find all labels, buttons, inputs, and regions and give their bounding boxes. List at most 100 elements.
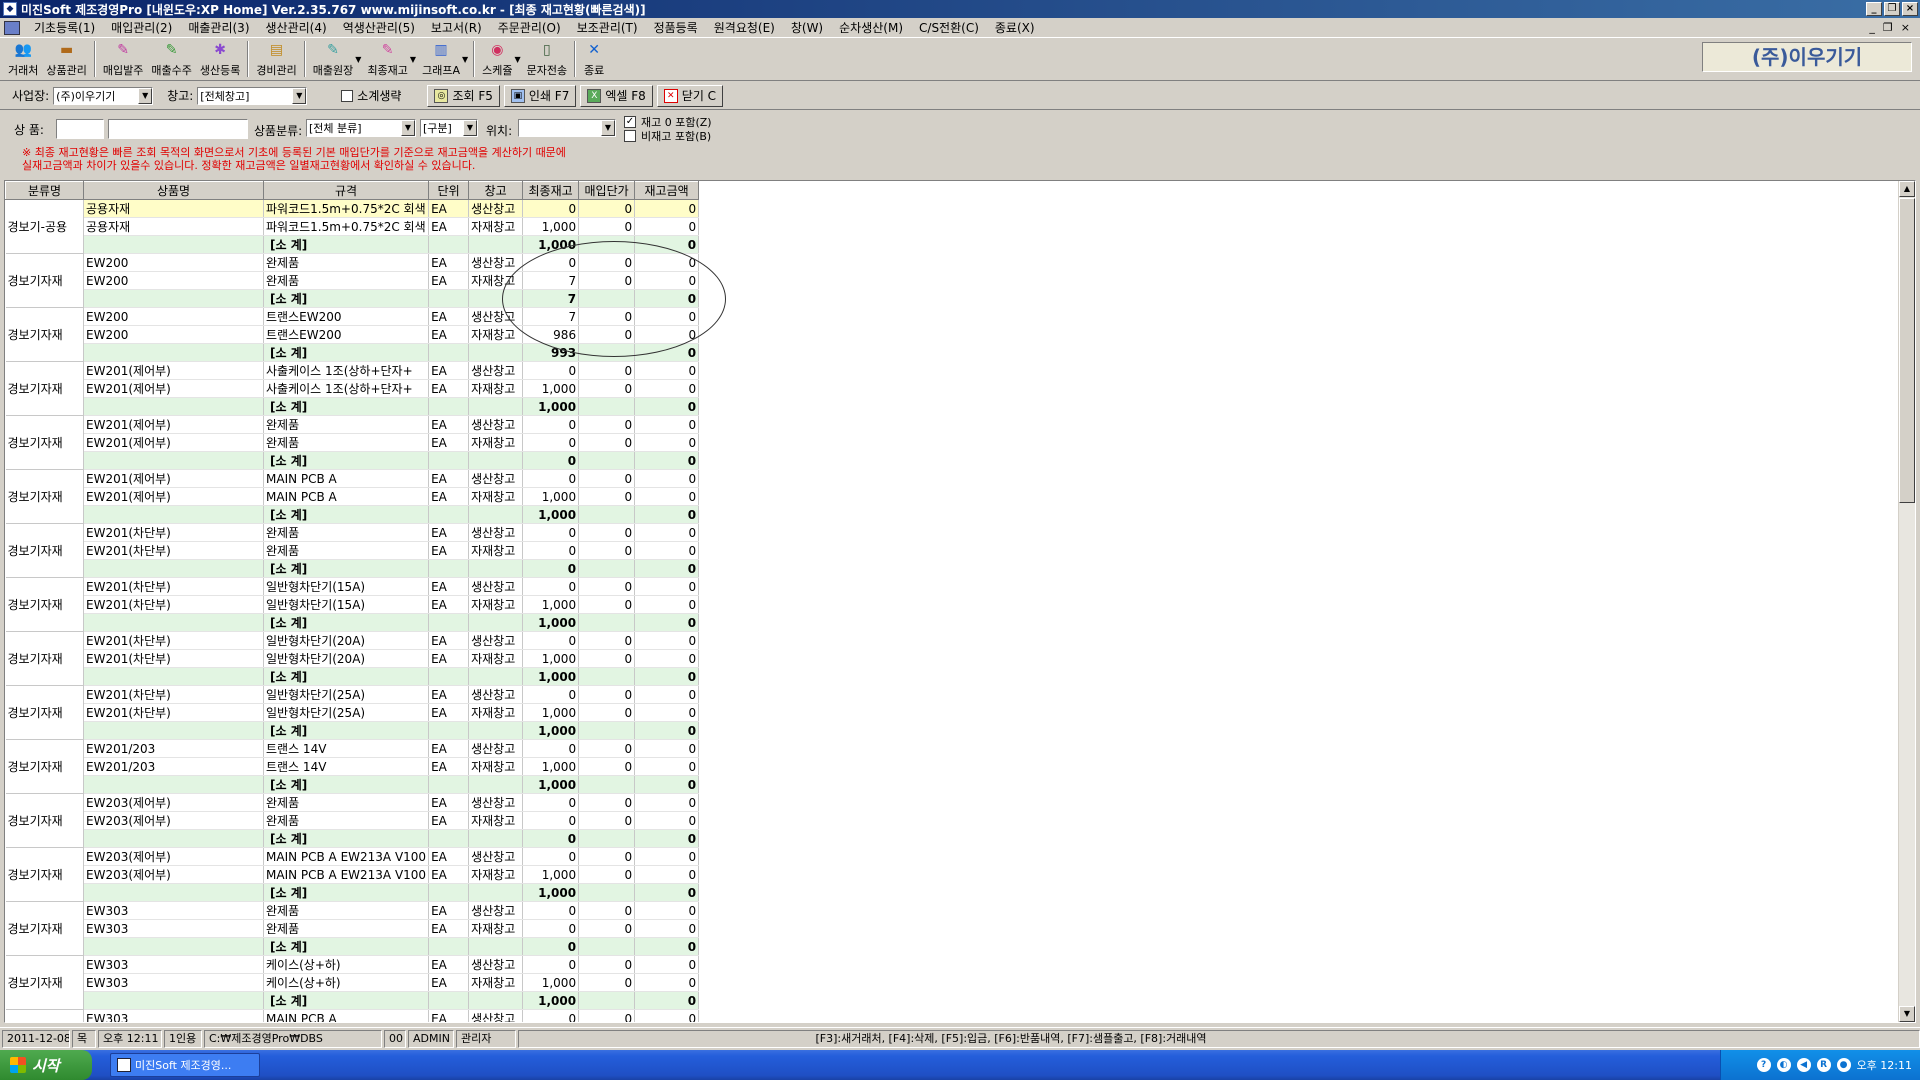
stock-qty-cell[interactable]: 1,000 <box>522 217 580 236</box>
product-code-cell[interactable]: 공용자재 <box>83 217 264 236</box>
subtotal-label[interactable]: [소 계] <box>263 343 430 362</box>
stock-qty-cell[interactable]: 0 <box>522 631 580 650</box>
subtotal-empty-cell[interactable] <box>83 559 264 578</box>
start-button[interactable]: 시작 <box>0 1050 92 1080</box>
product-code-cell[interactable]: EW303 <box>83 1009 264 1022</box>
subtotal-qty-cell[interactable]: 0 <box>522 559 580 578</box>
restore-button[interactable]: ❐ <box>1884 2 1900 16</box>
unit-price-cell[interactable]: 0 <box>578 415 636 434</box>
dropdown-arrow-icon[interactable]: ▼ <box>515 55 521 64</box>
warehouse-cell[interactable]: 생산창고 <box>468 739 524 758</box>
column-header[interactable]: 단위 <box>428 181 470 200</box>
toolbar-button[interactable]: ✎ 매출수주 <box>147 38 195 80</box>
subtotal-empty-cell[interactable] <box>428 559 470 578</box>
spec-cell[interactable]: 완제품 <box>263 541 430 560</box>
ime-icon[interactable]: R <box>1816 1058 1831 1072</box>
unit-price-cell[interactable]: 0 <box>578 379 636 398</box>
table-row[interactable]: 경보기자재 EW201(제어부) 사출케이스 1조(상하+단자+ EA 생산창고 0 0 0 <box>5 361 700 416</box>
product-code-cell[interactable]: EW203(제어부) <box>83 811 264 830</box>
type-select[interactable]: [구분] ▼ <box>420 119 478 137</box>
subtotal-empty-cell[interactable] <box>578 397 636 416</box>
unit-price-cell[interactable]: 0 <box>578 631 636 650</box>
mdi-window-icon[interactable] <box>4 20 20 35</box>
unit-cell[interactable]: EA <box>428 541 470 560</box>
subtotal-row[interactable]: [소 계] 1,000 0 <box>6 505 700 524</box>
warehouse-cell[interactable]: 자재창고 <box>468 757 524 776</box>
warehouse-cell[interactable]: 생산창고 <box>468 793 524 812</box>
subtotal-empty-cell[interactable] <box>578 667 636 686</box>
warehouse-cell[interactable]: 자재창고 <box>468 541 524 560</box>
stock-amount-cell[interactable]: 0 <box>634 901 700 920</box>
toolbar-button[interactable]: ▤ 경비관리 <box>252 38 300 80</box>
spec-cell[interactable]: 일반형차단기(20A) <box>263 649 430 668</box>
table-row[interactable]: EW201/203 트랜스 14V EA 자재창고 1,000 0 0 <box>6 757 700 776</box>
subtotal-amount-cell[interactable]: 0 <box>634 505 700 524</box>
subtotal-empty-cell[interactable] <box>428 343 470 362</box>
subtotal-label[interactable]: [소 계] <box>263 775 430 794</box>
table-row[interactable]: EW303 케이스(상+하) EA 자재창고 1,000 0 0 <box>6 973 700 992</box>
toolbar-button[interactable]: 👥 거래처 <box>4 38 42 80</box>
unit-cell[interactable]: EA <box>428 703 470 722</box>
menu-item[interactable]: 기초등록(1) <box>26 19 103 36</box>
table-row[interactable]: 경보기자재 EW201/203 트랜스 14V EA 생산창고 0 0 0 <box>5 739 700 794</box>
table-row[interactable]: 경보기자재 EW201(제어부) 완제품 EA 생산창고 0 0 0 <box>5 415 700 470</box>
unit-price-cell[interactable]: 0 <box>578 739 636 758</box>
table-row[interactable]: 경보기자재 EW201(차단부) 일반형차단기(20A) EA 생산창고 0 0 0 <box>5 631 700 686</box>
stock-amount-cell[interactable]: 0 <box>634 793 700 812</box>
warehouse-cell[interactable]: 생산창고 <box>468 631 524 650</box>
product-code-cell[interactable]: EW303 <box>83 919 264 938</box>
subtotal-label[interactable]: [소 계] <box>263 883 430 902</box>
warehouse-cell[interactable]: 자재창고 <box>468 919 524 938</box>
unit-price-cell[interactable]: 0 <box>578 973 636 992</box>
unit-price-cell[interactable]: 0 <box>578 595 636 614</box>
unit-cell[interactable]: EA <box>428 307 470 326</box>
product-code-cell[interactable]: EW201(차단부) <box>83 577 264 596</box>
print-button[interactable]: ▣ 인쇄 F7 <box>503 84 577 107</box>
stock-amount-cell[interactable]: 0 <box>634 703 700 722</box>
unit-cell[interactable]: EA <box>428 199 470 218</box>
category-cell[interactable]: 경보기자재 <box>5 955 84 1010</box>
warehouse-cell[interactable]: 자재창고 <box>468 433 524 452</box>
stock-qty-cell[interactable]: 0 <box>522 685 580 704</box>
spec-cell[interactable]: MAIN PCB A <box>263 469 430 488</box>
unit-cell[interactable]: EA <box>428 253 470 272</box>
stock-amount-cell[interactable]: 0 <box>634 631 700 650</box>
table-row[interactable]: EW201(차단부) 일반형차단기(20A) EA 자재창고 1,000 0 0 <box>6 649 700 668</box>
stock-amount-cell[interactable]: 0 <box>634 811 700 830</box>
product-code-cell[interactable]: EW201/203 <box>83 757 264 776</box>
unit-price-cell[interactable]: 0 <box>578 901 636 920</box>
zero-stock-checkbox[interactable]: ✓ <box>624 116 636 128</box>
tray-clock[interactable]: 오후 12:11 <box>1857 1057 1912 1073</box>
product-code-cell[interactable]: EW203(제어부) <box>83 793 264 812</box>
spec-cell[interactable]: 사출케이스 1조(상하+단자+ <box>263 379 430 398</box>
subtotal-empty-cell[interactable] <box>468 937 524 956</box>
subtotal-empty-cell[interactable] <box>578 829 636 848</box>
table-row[interactable]: 경보기자재 EW303 케이스(상+하) EA 생산창고 0 0 0 <box>5 955 700 1010</box>
subtotal-empty-cell[interactable] <box>83 235 264 254</box>
unit-price-cell[interactable]: 0 <box>578 793 636 812</box>
unit-price-cell[interactable]: 0 <box>578 757 636 776</box>
subtotal-empty-cell[interactable] <box>83 667 264 686</box>
subtotal-empty-cell[interactable] <box>83 505 264 524</box>
product-code-cell[interactable]: EW303 <box>83 955 264 974</box>
unit-price-cell[interactable]: 0 <box>578 199 636 218</box>
product-code-cell[interactable]: EW200 <box>83 325 264 344</box>
subtotal-qty-cell[interactable]: 1,000 <box>522 613 580 632</box>
spec-cell[interactable]: 일반형차단기(20A) <box>263 631 430 650</box>
stock-qty-cell[interactable]: 1,000 <box>522 487 580 506</box>
unit-price-cell[interactable]: 0 <box>578 685 636 704</box>
warehouse-cell[interactable]: 자재창고 <box>468 703 524 722</box>
table-row[interactable]: 경보기자재 EW201(차단부) 일반형차단기(25A) EA 생산창고 0 0 0 <box>5 685 700 740</box>
subtotal-label[interactable]: [소 계] <box>263 397 430 416</box>
unit-price-cell[interactable]: 0 <box>578 523 636 542</box>
subtotal-empty-cell[interactable] <box>468 613 524 632</box>
spec-cell[interactable]: MAIN PCB A <box>263 1009 430 1022</box>
toolbar-button[interactable]: ◉ 스케쥴 <box>478 38 516 80</box>
stock-amount-cell[interactable]: 0 <box>634 649 700 668</box>
menu-item[interactable]: 원격요청(E) <box>706 19 783 36</box>
subtotal-amount-cell[interactable]: 0 <box>634 991 700 1010</box>
warehouse-cell[interactable]: 생산창고 <box>468 1009 524 1022</box>
subtotal-row[interactable]: [소 계] 0 0 <box>6 829 700 848</box>
unit-price-cell[interactable]: 0 <box>578 217 636 236</box>
subtotal-row[interactable]: [소 계] 1,000 0 <box>6 883 700 902</box>
